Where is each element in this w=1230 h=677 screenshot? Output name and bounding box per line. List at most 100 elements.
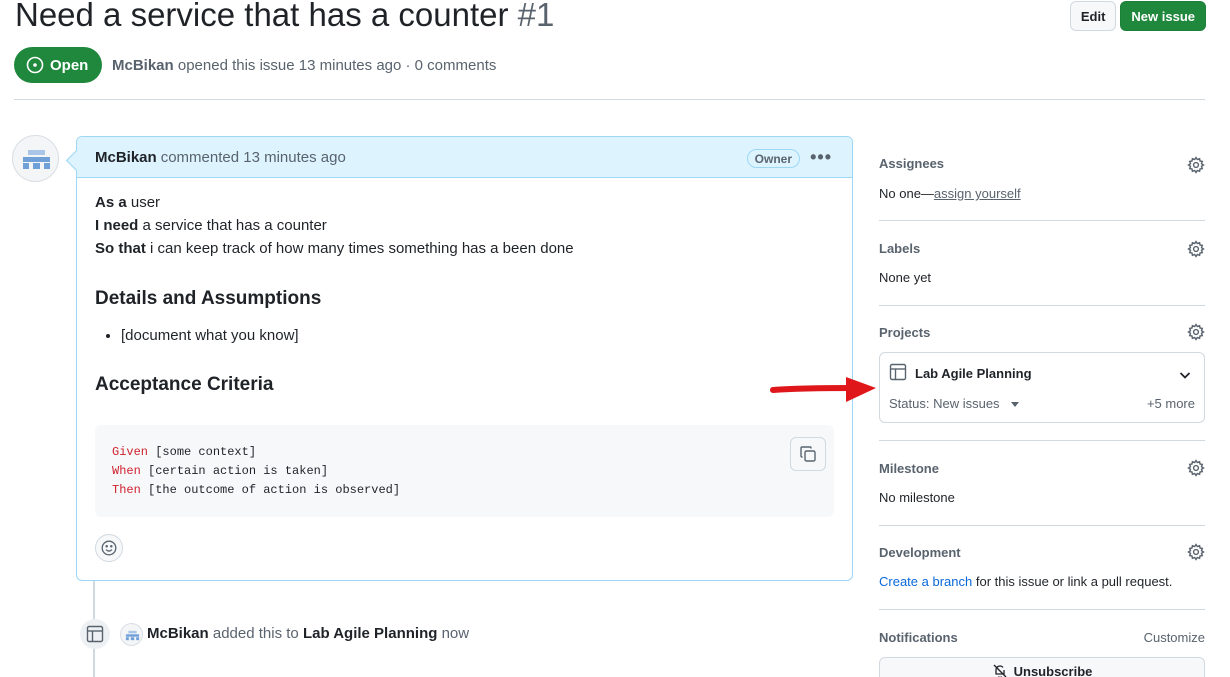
- issue-title: Need a service that has a counter #1: [15, 0, 554, 34]
- sidebar-notifications: Notifications Customize: [879, 630, 1205, 650]
- timeline-avatar[interactable]: [120, 623, 143, 646]
- story-text: i can keep track of how many times somet…: [150, 240, 574, 257]
- code-text: [some context]: [155, 445, 257, 459]
- story-line: As a user: [95, 191, 834, 214]
- code-keyword: Then: [112, 483, 141, 497]
- chevron-down-icon[interactable]: [1178, 368, 1192, 382]
- story-text: user: [130, 194, 161, 211]
- development-heading: Development: [879, 545, 961, 560]
- acceptance-heading: Acceptance Criteria: [95, 374, 274, 395]
- list-item: [document what you know]: [121, 324, 834, 347]
- issue-comment: McBikan commented 13 minutes ago Owner •…: [76, 136, 853, 581]
- header-divider: [14, 99, 1205, 100]
- issue-state-badge: Open: [14, 47, 103, 83]
- table-icon: [86, 625, 104, 643]
- sidebar-milestone: Milestone No milestone: [879, 459, 1205, 511]
- assignees-heading: Assignees: [879, 156, 945, 171]
- code-text: [the outcome of action is observed]: [148, 483, 401, 497]
- issue-open-icon: [26, 56, 44, 74]
- copy-button[interactable]: [790, 437, 826, 471]
- gear-icon[interactable]: [1187, 323, 1205, 341]
- identicon-image: [23, 150, 50, 169]
- timeline-action: added this to: [212, 625, 299, 642]
- details-list: [document what you know]: [121, 324, 834, 347]
- assignees-value: No one—assign yourself: [879, 186, 1021, 201]
- edit-button[interactable]: Edit: [1069, 1, 1117, 31]
- sidebar-divider: [879, 220, 1205, 221]
- issue-title-text: Need a service that has a counter: [15, 0, 509, 33]
- table-icon: [889, 363, 907, 381]
- timeline-event-text: McBikan added this to Lab Agile Planning…: [147, 625, 469, 642]
- comment-author-link[interactable]: McBikan: [95, 149, 157, 166]
- timeline-time[interactable]: now: [442, 625, 470, 642]
- unsubscribe-button[interactable]: Unsubscribe: [879, 657, 1205, 677]
- story-line: So that i can keep track of how many tim…: [95, 237, 834, 260]
- customize-link[interactable]: Customize: [1144, 630, 1205, 645]
- projects-heading: Projects: [879, 325, 931, 340]
- development-value: Create a branch for this issue or link a…: [879, 574, 1172, 589]
- comment-header: McBikan commented 13 minutes ago Owner •…: [77, 137, 852, 178]
- sidebar-divider: [879, 525, 1205, 526]
- story-text: a service that has a counter: [142, 217, 327, 234]
- assign-yourself-link[interactable]: assign yourself: [934, 186, 1021, 201]
- add-reaction-button[interactable]: [95, 534, 123, 562]
- create-branch-link[interactable]: Create a branch: [879, 574, 972, 589]
- issue-meta-text: opened this issue 13 minutes ago · 0 com…: [177, 57, 497, 74]
- gear-icon[interactable]: [1187, 240, 1205, 258]
- timeline-event-icon: [80, 619, 110, 649]
- code-line: When [certain action is taken]: [112, 462, 817, 481]
- milestone-value: No milestone: [879, 490, 955, 505]
- project-name-link[interactable]: Lab Agile Planning: [915, 366, 1032, 381]
- project-status-dropdown[interactable]: Status: New issues: [889, 396, 1020, 411]
- story-keyword: I need: [95, 217, 139, 234]
- story-keyword: As a: [95, 194, 127, 211]
- gear-icon[interactable]: [1187, 543, 1205, 561]
- labels-heading: Labels: [879, 241, 921, 256]
- kebab-menu-icon[interactable]: •••: [810, 147, 832, 168]
- unsubscribe-label: Unsubscribe: [1013, 663, 1093, 677]
- sidebar-labels: Labels None yet: [879, 240, 1205, 291]
- labels-value: None yet: [879, 270, 932, 285]
- milestone-heading: Milestone: [879, 461, 939, 476]
- story-line: I need a service that has a counter: [95, 214, 834, 237]
- owner-badge: Owner: [746, 149, 800, 168]
- story-keyword: So that: [95, 240, 146, 257]
- details-heading: Details and Assumptions: [95, 288, 322, 309]
- code-block: Given [some context] When [certain actio…: [95, 425, 834, 517]
- code-line: Given [some context]: [112, 443, 817, 462]
- comment-body: As a user I need a service that has a co…: [77, 178, 852, 423]
- timeline-project-link[interactable]: Lab Agile Planning: [303, 625, 437, 642]
- header-actions: Edit New issue: [1069, 1, 1206, 31]
- issue-meta: McBikan opened this issue 13 minutes ago…: [112, 57, 496, 74]
- assignees-none: No one—: [879, 186, 934, 201]
- identicon-image: [125, 630, 140, 641]
- project-card[interactable]: Lab Agile Planning Status: New issues +5…: [879, 352, 1205, 423]
- smiley-icon: [101, 540, 117, 556]
- sidebar-development: Development Create a branch for this iss…: [879, 543, 1205, 595]
- issue-author-link[interactable]: McBikan: [112, 57, 174, 74]
- issue-state-label: Open: [50, 56, 89, 74]
- code-keyword: When: [112, 464, 141, 478]
- project-more-fields-link[interactable]: +5 more: [1147, 396, 1195, 411]
- notifications-heading: Notifications: [879, 630, 958, 645]
- sidebar-divider: [879, 609, 1205, 610]
- annotation-arrow-icon: [770, 377, 876, 402]
- issue-number: #1: [517, 0, 555, 33]
- gear-icon[interactable]: [1187, 459, 1205, 477]
- timeline-actor-link[interactable]: McBikan: [147, 625, 209, 642]
- comment-timestamp[interactable]: commented 13 minutes ago: [161, 149, 346, 166]
- sidebar-assignees: Assignees No one—assign yourself: [879, 156, 1205, 206]
- sidebar-divider: [879, 440, 1205, 441]
- sidebar-divider: [879, 305, 1205, 306]
- code-keyword: Given: [112, 445, 149, 459]
- code-text: [certain action is taken]: [148, 464, 329, 478]
- bell-slash-icon: [993, 664, 1007, 677]
- gear-icon[interactable]: [1187, 156, 1205, 174]
- sidebar-projects: Projects: [879, 323, 1205, 345]
- copy-icon: [800, 446, 816, 462]
- new-issue-button[interactable]: New issue: [1120, 1, 1206, 31]
- project-status-text: Status: New issues: [889, 396, 1000, 411]
- avatar[interactable]: [12, 135, 59, 182]
- code-line: Then [the outcome of action is observed]: [112, 481, 817, 500]
- development-text: for this issue or link a pull request.: [975, 574, 1173, 589]
